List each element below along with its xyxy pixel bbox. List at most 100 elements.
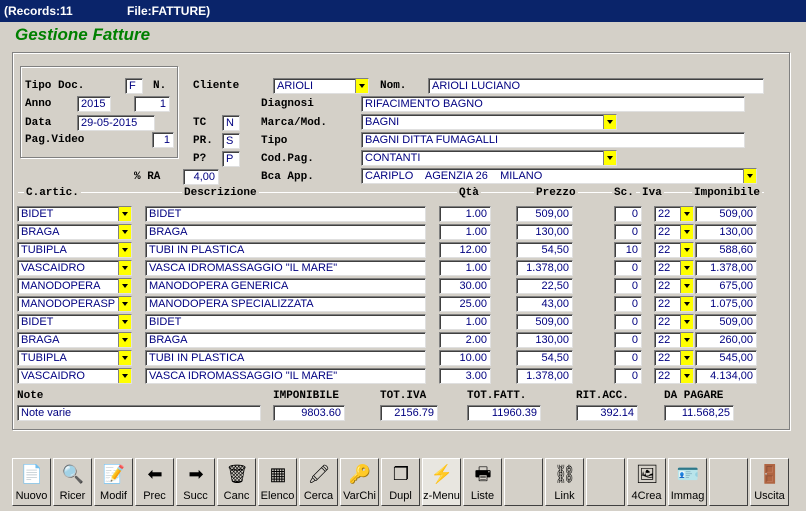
toolbar-button-dupl[interactable]: ❐ Dupl	[381, 458, 420, 506]
toolbar-button-4crea[interactable]: 🖼 4Crea	[627, 458, 666, 506]
line-code-field[interactable]: TUBIPLA	[17, 350, 132, 366]
chevron-down-icon[interactable]	[680, 315, 693, 329]
line-qta-field[interactable]: 12.00	[439, 242, 491, 258]
anno-field[interactable]: 2015	[77, 96, 111, 112]
chevron-down-icon[interactable]	[680, 243, 693, 257]
chevron-down-icon[interactable]	[680, 279, 693, 293]
chevron-down-icon[interactable]	[680, 333, 693, 347]
line-desc-field[interactable]: MANODOPERA SPECIALIZZATA	[145, 296, 426, 312]
line-prezzo-field[interactable]: 509,00	[516, 314, 573, 330]
line-iva-field[interactable]: 22	[654, 332, 694, 348]
line-iva-field[interactable]: 22	[654, 296, 694, 312]
line-sc-field[interactable]: 0	[614, 296, 642, 312]
line-desc-field[interactable]: TUBI IN PLASTICA	[145, 350, 426, 366]
line-prezzo-field[interactable]: 1.378,00	[516, 260, 573, 276]
line-iva-field[interactable]: 22	[654, 206, 694, 222]
line-sc-field[interactable]: 0	[614, 278, 642, 294]
line-prezzo-field[interactable]: 43,00	[516, 296, 573, 312]
line-code-field[interactable]: BRAGA	[17, 224, 132, 240]
line-qta-field[interactable]: 1.00	[439, 224, 491, 240]
line-iva-field[interactable]: 22	[654, 242, 694, 258]
bca-app-combo[interactable]: CARIPLO AGENZIA 26 MILANO	[361, 168, 757, 184]
tipo-field[interactable]: BAGNI DITTA FUMAGALLI	[361, 132, 745, 148]
line-desc-field[interactable]: MANODOPERA GENERICA	[145, 278, 426, 294]
line-imp-field[interactable]: 588,60	[695, 242, 757, 258]
line-prezzo-field[interactable]: 54,50	[516, 242, 573, 258]
toolbar-button-ricer[interactable]: 🔍 Ricer	[53, 458, 92, 506]
line-imp-field[interactable]: 675,00	[695, 278, 757, 294]
toolbar-button-succ[interactable]: ➡ Succ	[176, 458, 215, 506]
line-desc-field[interactable]: BIDET	[145, 314, 426, 330]
line-prezzo-field[interactable]: 130,00	[516, 332, 573, 348]
line-qta-field[interactable]: 3.00	[439, 368, 491, 384]
line-sc-field[interactable]: 0	[614, 332, 642, 348]
chevron-down-icon[interactable]	[355, 79, 368, 93]
chevron-down-icon[interactable]	[680, 351, 693, 365]
line-sc-field[interactable]: 0	[614, 350, 642, 366]
line-sc-field[interactable]: 0	[614, 224, 642, 240]
chevron-down-icon[interactable]	[118, 351, 131, 365]
line-qta-field[interactable]: 10.00	[439, 350, 491, 366]
line-code-field[interactable]: MANODOPERA	[17, 278, 132, 294]
chevron-down-icon[interactable]	[680, 225, 693, 239]
line-qta-field[interactable]: 1.00	[439, 260, 491, 276]
chevron-down-icon[interactable]	[118, 369, 131, 383]
toolbar-button-prec[interactable]: ⬅ Prec	[135, 458, 174, 506]
chevron-down-icon[interactable]	[680, 207, 693, 221]
line-code-field[interactable]: BIDET	[17, 206, 132, 222]
line-desc-field[interactable]: TUBI IN PLASTICA	[145, 242, 426, 258]
note-field[interactable]: Note varie	[17, 405, 261, 421]
line-desc-field[interactable]: BRAGA	[145, 224, 426, 240]
chevron-down-icon[interactable]	[680, 261, 693, 275]
toolbar-button-immag[interactable]: 🪪 Immag	[668, 458, 707, 506]
toolbar-button-canc[interactable]: 🗑 Canc	[217, 458, 256, 506]
line-prezzo-field[interactable]: 54,50	[516, 350, 573, 366]
line-code-field[interactable]: VASCAIDRO	[17, 368, 132, 384]
line-code-field[interactable]: BRAGA	[17, 332, 132, 348]
chevron-down-icon[interactable]	[680, 297, 693, 311]
chevron-down-icon[interactable]	[118, 207, 131, 221]
line-imp-field[interactable]: 1.378,00	[695, 260, 757, 276]
line-imp-field[interactable]: 1.075,00	[695, 296, 757, 312]
line-code-field[interactable]: TUBIPLA	[17, 242, 132, 258]
line-qta-field[interactable]: 2.00	[439, 332, 491, 348]
tipo-doc-field[interactable]: F	[125, 78, 143, 94]
line-iva-field[interactable]: 22	[654, 314, 694, 330]
line-qta-field[interactable]: 1.00	[439, 206, 491, 222]
line-code-field[interactable]: MANODOPERASP	[17, 296, 132, 312]
cod-pag-combo[interactable]: CONTANTI	[361, 150, 617, 166]
pq-field[interactable]: P	[222, 151, 240, 167]
line-qta-field[interactable]: 30.00	[439, 278, 491, 294]
line-code-field[interactable]: VASCAIDRO	[17, 260, 132, 276]
number-field[interactable]: 1	[134, 96, 170, 112]
line-sc-field[interactable]: 10	[614, 242, 642, 258]
ra-field[interactable]: 4,00	[183, 169, 219, 185]
toolbar-button-nuovo[interactable]: 📄 Nuovo	[12, 458, 51, 506]
line-sc-field[interactable]: 0	[614, 314, 642, 330]
toolbar-button-varchi[interactable]: 🔑 VarChi	[340, 458, 379, 506]
pag-video-field[interactable]: 1	[152, 132, 174, 148]
cliente-combo[interactable]: ARIOLI	[273, 78, 369, 94]
line-iva-field[interactable]: 22	[654, 260, 694, 276]
line-desc-field[interactable]: BRAGA	[145, 332, 426, 348]
diagnosi-field[interactable]: RIFACIMENTO BAGNO	[361, 96, 745, 112]
line-imp-field[interactable]: 509,00	[695, 314, 757, 330]
line-sc-field[interactable]: 0	[614, 368, 642, 384]
line-imp-field[interactable]: 545,00	[695, 350, 757, 366]
chevron-down-icon[interactable]	[118, 297, 131, 311]
chevron-down-icon[interactable]	[118, 279, 131, 293]
line-iva-field[interactable]: 22	[654, 278, 694, 294]
line-imp-field[interactable]: 4.134,00	[695, 368, 757, 384]
line-qta-field[interactable]: 1.00	[439, 314, 491, 330]
toolbar-button-blank-12[interactable]	[504, 458, 543, 506]
line-qta-field[interactable]: 25.00	[439, 296, 491, 312]
line-iva-field[interactable]: 22	[654, 224, 694, 240]
toolbar-button-elenco[interactable]: ▦ Elenco	[258, 458, 297, 506]
pr-field[interactable]: S	[222, 133, 240, 149]
chevron-down-icon[interactable]	[118, 261, 131, 275]
chevron-down-icon[interactable]	[118, 243, 131, 257]
chevron-down-icon[interactable]	[603, 151, 616, 165]
chevron-down-icon[interactable]	[743, 169, 756, 183]
marca-combo[interactable]: BAGNI	[361, 114, 617, 130]
chevron-down-icon[interactable]	[680, 369, 693, 383]
